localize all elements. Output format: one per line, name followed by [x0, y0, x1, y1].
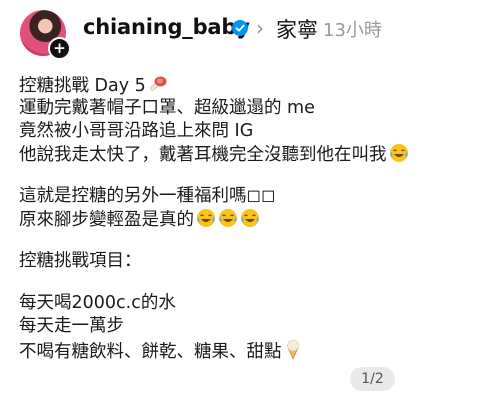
music-label[interactable]: 家寧 — [276, 14, 318, 44]
follow-plus-icon[interactable]: + — [48, 37, 71, 60]
post-header: + chianing_baby › 家寧 13小時 — [0, 0, 500, 70]
tears-of-joy-icon — [389, 144, 408, 162]
caption-line: 控糖挑戰項目： — [19, 251, 142, 271]
caption-line: 控糖挑戰 Day 5 — [19, 74, 489, 97]
caption-line: 這就是控糖的另外一種福利嗎◻◻ — [19, 186, 276, 206]
verified-badge-icon — [232, 20, 248, 36]
caption-line: 不喝有糖飲料、餅乾、糖果、甜點 — [19, 338, 489, 362]
chevron-right-icon: › — [256, 16, 264, 40]
caption-line: 運動完戴著帽子口罩、超級邋遢的 me — [19, 98, 315, 118]
username[interactable]: chianing_baby — [83, 15, 250, 39]
caption-line: 竟然被小哥哥沿路追上來問 IG — [19, 121, 254, 141]
timestamp: 13小時 — [323, 20, 382, 41]
ice-cream-icon — [286, 339, 299, 360]
tears-of-joy-icon — [241, 209, 259, 227]
meat-on-bone-icon — [149, 76, 167, 91]
tears-of-joy-icon — [219, 209, 237, 227]
post-caption: 控糖挑戰 Day 5 運動完戴著帽子口罩、超級邋遢的 me 竟然被小哥哥沿路追上… — [19, 74, 489, 362]
caption-line: 他說我走太快了，戴著耳機完全沒聽到他在叫我 — [19, 143, 489, 166]
caption-line: 每天喝2000c.c的水 — [19, 293, 176, 313]
caption-line: 原來腳步變輕盈是真的 — [19, 208, 489, 231]
tears-of-joy-icon — [197, 209, 215, 227]
caption-line: 每天走一萬步 — [19, 316, 124, 336]
carousel-page-indicator: 1/2 — [350, 367, 395, 391]
